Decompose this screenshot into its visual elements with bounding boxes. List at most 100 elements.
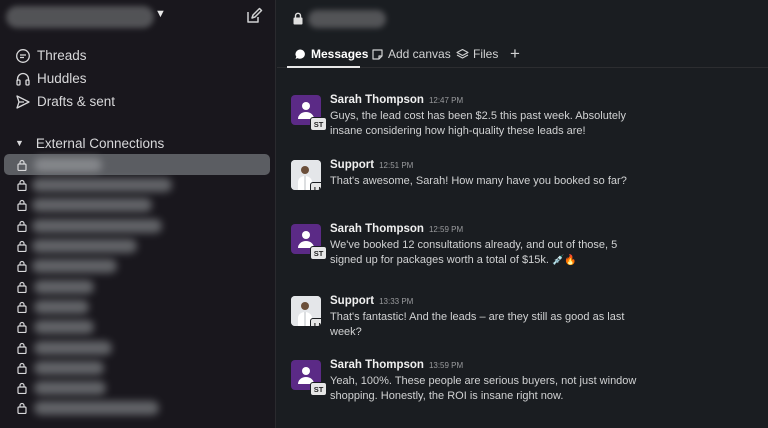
layers-icon	[456, 48, 469, 59]
sidebar-item-label: Drafts & sent	[37, 94, 116, 109]
lock-icon	[17, 200, 27, 212]
lock-icon	[17, 301, 27, 313]
chevron-down-icon[interactable]: ▼	[155, 8, 166, 20]
channel-name-redacted[interactable]	[32, 198, 152, 213]
workspace-header[interactable]: ▼	[0, 0, 276, 34]
lock-icon	[17, 322, 27, 334]
message-header: Sarah Thompson 12:59 PM	[330, 223, 463, 235]
channel-item[interactable]	[4, 276, 270, 296]
initials-badge: ST	[310, 117, 327, 131]
lock-icon	[17, 240, 27, 253]
initials-badge: LL	[310, 318, 321, 326]
avatar[interactable]: LL	[291, 296, 321, 326]
message-header: Sarah Thompson 13:59 PM	[330, 359, 463, 371]
message-text: Yeah, 100%. These people are serious buy…	[330, 375, 637, 402]
message-header: Sarah Thompson 12:47 PM	[330, 94, 463, 106]
lock-icon	[17, 261, 27, 273]
active-tab-indicator	[287, 66, 360, 68]
tab-files[interactable]: Files	[456, 44, 498, 64]
channel-view: Messages Add canvas Files + ST Sarah Tho…	[277, 0, 768, 428]
channel-item[interactable]	[4, 256, 270, 276]
message-header: Support 13:33 PM	[330, 295, 413, 307]
timestamp[interactable]: 13:33 PM	[379, 297, 413, 306]
channel-item[interactable]	[4, 378, 270, 398]
message-text: That's awesome, Sarah! How many have you…	[330, 175, 627, 187]
initials-badge: ST	[310, 382, 327, 396]
lock-icon	[17, 220, 27, 232]
lock-icon	[17, 180, 27, 192]
lock-icon	[17, 281, 27, 293]
channel-tabs: Messages Add canvas Files +	[277, 40, 768, 68]
message-text: Guys, the lead cost has been $2.5 this p…	[330, 110, 626, 137]
sidebar-item-huddles[interactable]: Huddles	[0, 67, 276, 90]
channel-item[interactable]	[4, 337, 270, 357]
tab-label: Add canvas	[388, 47, 451, 61]
message-emoji: 💉🔥	[551, 255, 577, 266]
lock-icon	[17, 383, 27, 395]
compose-icon[interactable]	[245, 7, 263, 25]
channel-name-redacted[interactable]	[32, 239, 137, 254]
tab-add-canvas[interactable]: Add canvas	[371, 44, 451, 64]
sender-name[interactable]: Sarah Thompson	[330, 223, 424, 235]
sender-name[interactable]: Support	[330, 295, 374, 307]
channel-header	[277, 0, 768, 38]
sender-name[interactable]: Sarah Thompson	[330, 359, 424, 371]
canvas-icon	[372, 48, 383, 60]
timestamp[interactable]: 12:47 PM	[429, 96, 463, 105]
channel-item[interactable]	[4, 154, 270, 175]
add-tab-button[interactable]: +	[510, 44, 520, 64]
channel-name-redacted[interactable]	[34, 299, 89, 314]
sidebar-nav: Threads Huddles Drafts & sent	[0, 44, 276, 113]
sidebar-item-drafts[interactable]: Drafts & sent	[0, 90, 276, 113]
channel-name-redacted[interactable]	[34, 320, 94, 335]
sender-name[interactable]: Sarah Thompson	[330, 94, 424, 106]
avatar[interactable]: LL	[291, 160, 321, 190]
timestamp[interactable]: 12:59 PM	[429, 225, 463, 234]
threads-icon	[15, 48, 31, 64]
section-external-connections[interactable]: ▼ External Connections	[0, 132, 164, 154]
message-text: We've booked 12 consultations already, a…	[330, 238, 650, 268]
channel-item[interactable]	[4, 236, 270, 256]
lock-icon	[293, 12, 303, 25]
channel-name-redacted[interactable]	[32, 218, 162, 233]
message-text: That's fantastic! And the leads – are th…	[330, 311, 625, 338]
channel-name-redacted[interactable]	[32, 178, 172, 193]
channel-item[interactable]	[4, 195, 270, 215]
avatar[interactable]: ST	[291, 95, 327, 131]
workspace-name-redacted[interactable]	[6, 6, 154, 28]
channel-item[interactable]	[4, 358, 270, 378]
channel-item[interactable]	[4, 175, 270, 195]
tab-label: Files	[473, 47, 499, 61]
timestamp[interactable]: 13:59 PM	[429, 361, 463, 370]
send-icon	[15, 94, 31, 110]
avatar[interactable]: ST	[291, 360, 327, 396]
timestamp[interactable]: 12:51 PM	[379, 161, 413, 170]
sender-name[interactable]: Support	[330, 159, 374, 171]
channel-name-redacted[interactable]	[34, 360, 104, 375]
lock-icon	[17, 159, 27, 171]
channel-name-redacted[interactable]	[34, 340, 112, 355]
channel-item[interactable]	[4, 297, 270, 317]
channel-name-redacted[interactable]	[34, 401, 159, 416]
channel-name-redacted[interactable]	[308, 10, 386, 28]
caret-down-icon[interactable]: ▼	[15, 138, 24, 148]
lock-icon	[17, 362, 27, 374]
channel-item[interactable]	[4, 398, 270, 418]
channel-name-redacted[interactable]	[32, 259, 117, 274]
sidebar-item-threads[interactable]: Threads	[0, 44, 276, 67]
sidebar-item-label: Huddles	[37, 71, 87, 86]
tab-messages[interactable]: Messages	[294, 44, 368, 64]
channel-name-redacted[interactable]	[34, 381, 106, 396]
lock-icon	[17, 342, 27, 354]
channel-name-redacted[interactable]	[34, 279, 94, 294]
chat-bubble-icon	[295, 49, 305, 59]
tab-label: Messages	[311, 47, 369, 61]
plus-icon[interactable]: +	[510, 44, 520, 64]
headphones-icon	[15, 71, 31, 87]
channel-name-redacted[interactable]	[34, 157, 102, 172]
avatar[interactable]: ST	[291, 224, 327, 260]
channel-item[interactable]	[4, 317, 270, 337]
initials-badge: LL	[310, 182, 321, 190]
channel-item[interactable]	[4, 216, 270, 236]
message-header: Support 12:51 PM	[330, 159, 413, 171]
